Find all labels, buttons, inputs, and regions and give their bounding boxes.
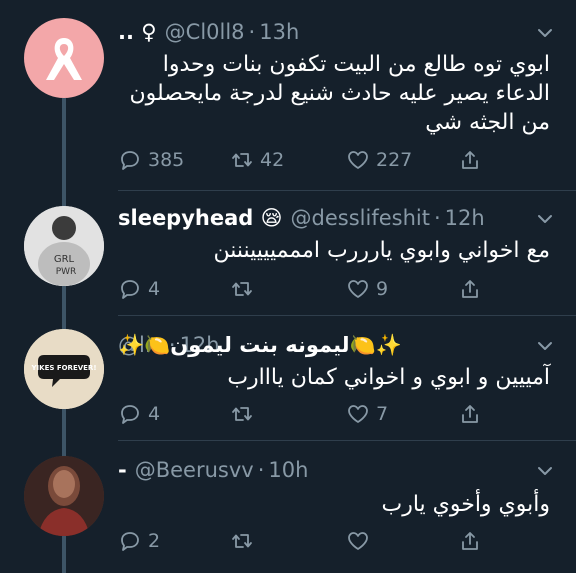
separator-dot: ·	[257, 458, 265, 482]
text-line: وأبوي وأخوي يارب	[381, 492, 550, 517]
tweet-text: وأبوي وأخوي يارب	[118, 490, 550, 519]
text-line: مع اخواني وابوي يارررب اممميييينننن	[213, 238, 550, 263]
reply-button[interactable]: 2	[118, 526, 160, 556]
reply-button[interactable]: 4	[118, 399, 160, 429]
retweet-button[interactable]	[230, 399, 254, 429]
retweet-button[interactable]: 42	[230, 145, 284, 175]
like-button[interactable]: 7	[346, 399, 388, 429]
share-button[interactable]	[458, 526, 482, 556]
tweet-1[interactable]: .. ♀ @Cl0ll8 · 13h ابوي توه طالع من البي…	[0, 0, 576, 190]
display-name[interactable]: ✨🍋ليمونه بنت ليمون🍋✨	[118, 333, 402, 358]
yikes-forever-avatar: YIKES FOREVER!	[24, 329, 104, 409]
display-name[interactable]: sleepyhead 😪	[118, 206, 283, 230]
text-line: ابوي توه طالع من البيت تكفون بنات وحدوا	[162, 52, 550, 77]
heart-icon	[348, 151, 368, 169]
display-name-row: ✨🍋ليمونه بنت ليمون🍋✨	[118, 327, 418, 363]
share-button[interactable]	[458, 145, 482, 175]
tweet-2[interactable]: GRL PWR sleepyhead 😪 @desslifeshit · 12h…	[0, 190, 576, 315]
share-icon	[462, 280, 478, 298]
tweet-3[interactable]: YIKES FOREVER! @l... · 12h ✨🍋ليمونه بنت …	[0, 315, 576, 440]
timestamp[interactable]: 12h	[445, 206, 485, 230]
text-line: آمييين و ابوي و اخواني كمان يااارب	[227, 365, 550, 390]
retweet-button[interactable]	[230, 274, 254, 304]
text-line: من الجثه شي	[425, 110, 550, 135]
handle[interactable]: @Cl0ll8	[165, 20, 245, 44]
timestamp[interactable]: 13h	[259, 20, 299, 44]
girl-pwr-avatar: GRL PWR	[24, 206, 104, 286]
tweet-header: sleepyhead 😪 @desslifeshit · 12h	[118, 200, 546, 236]
retweet-icon	[232, 534, 252, 548]
reply-button[interactable]: 4	[118, 274, 160, 304]
reply-button[interactable]: 385	[118, 145, 184, 175]
like-count: 227	[376, 149, 413, 171]
action-bar: 385 42 227	[118, 145, 488, 175]
share-icon	[462, 405, 478, 423]
like-count: 7	[376, 403, 389, 425]
chevron-down-icon[interactable]	[536, 337, 554, 355]
tweet-4[interactable]: - @Beerusvv · 10h وأبوي وأخوي يارب 2	[0, 440, 576, 573]
reply-count: 4	[148, 403, 161, 425]
avatar[interactable]	[24, 456, 104, 536]
like-count: 9	[376, 278, 389, 300]
handle[interactable]: @Beerusvv	[135, 458, 254, 482]
retweet-icon	[232, 153, 252, 167]
chevron-down-icon[interactable]	[536, 210, 554, 228]
like-button[interactable]: 227	[346, 145, 412, 175]
avatar-label: YIKES FOREVER!	[30, 364, 96, 372]
tweet-header: - @Beerusvv · 10h	[118, 452, 546, 488]
share-button[interactable]	[458, 274, 482, 304]
photo-avatar	[24, 456, 104, 536]
reply-icon	[121, 280, 139, 299]
share-button[interactable]	[458, 399, 482, 429]
action-bar: 2	[118, 526, 488, 556]
reply-count: 4	[148, 278, 161, 300]
display-name[interactable]: -	[118, 458, 127, 482]
chevron-down-icon[interactable]	[536, 462, 554, 480]
action-bar: 4 7	[118, 399, 488, 429]
share-icon	[462, 532, 478, 550]
text-line: الدعاء يصير عليه حادث شنيع لدرجة مايحصلو…	[129, 81, 550, 106]
avatar[interactable]: YIKES FOREVER!	[24, 329, 104, 409]
tweet-text: ابوي توه طالع من البيت تكفون بنات وحدوا …	[118, 50, 550, 137]
like-button[interactable]	[346, 526, 370, 556]
separator-dot: ·	[433, 206, 441, 230]
svg-text:PWR: PWR	[56, 267, 77, 277]
svg-text:GRL: GRL	[54, 254, 75, 265]
chevron-down-icon[interactable]	[536, 24, 554, 42]
handle[interactable]: @desslifeshit	[291, 206, 430, 230]
reply-count: 2	[148, 530, 161, 552]
timestamp[interactable]: 10h	[268, 458, 308, 482]
share-icon	[462, 151, 478, 169]
action-bar: 4 9	[118, 274, 488, 304]
retweet-icon	[232, 282, 252, 296]
avatar[interactable]: GRL PWR	[24, 206, 104, 286]
separator-dot: ·	[248, 20, 256, 44]
reply-count: 385	[148, 149, 185, 171]
heart-icon	[348, 280, 368, 298]
retweet-count: 42	[260, 149, 285, 171]
tweet-text: مع اخواني وابوي يارررب اممميييينننن	[118, 236, 550, 265]
display-name[interactable]: .. ♀	[118, 20, 157, 44]
reply-icon	[121, 405, 139, 424]
retweet-button[interactable]	[230, 526, 254, 556]
heart-icon	[348, 532, 368, 550]
tweet-text: آمييين و ابوي و اخواني كمان يااارب	[118, 363, 550, 392]
like-button[interactable]: 9	[346, 274, 388, 304]
avatar[interactable]	[24, 18, 104, 98]
pink-ribbon-icon	[46, 38, 82, 80]
tweet-header: .. ♀ @Cl0ll8 · 13h	[118, 14, 546, 50]
retweet-icon	[232, 407, 252, 421]
reply-icon	[121, 151, 139, 170]
heart-icon	[348, 405, 368, 423]
reply-icon	[121, 532, 139, 551]
